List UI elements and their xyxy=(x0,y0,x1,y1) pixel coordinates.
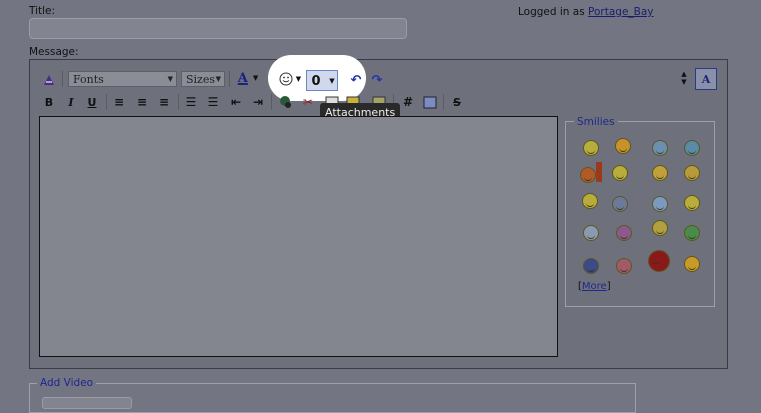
neutral-smiley-icon[interactable] xyxy=(684,195,700,211)
title-label: Title: xyxy=(29,5,56,17)
toolbar-separator xyxy=(443,94,444,110)
cool-smiley-icon[interactable] xyxy=(684,140,700,156)
chevron-down-icon: ▼ xyxy=(215,75,221,83)
remove-format-icon[interactable] xyxy=(41,72,57,88)
toolbar-separator xyxy=(106,94,107,110)
mad-smiley-icon[interactable] xyxy=(616,258,632,274)
smilies-legend: Smilies xyxy=(574,116,618,128)
link-icon[interactable] xyxy=(279,94,293,110)
angel-smiley-icon[interactable] xyxy=(582,193,598,209)
confused-blue-smiley-icon[interactable] xyxy=(652,196,668,212)
align-center-icon[interactable]: ≡ xyxy=(135,94,149,110)
confused-smiley-icon[interactable] xyxy=(615,138,631,154)
add-video-legend: Add Video xyxy=(37,377,97,389)
message-label: Message: xyxy=(29,46,79,58)
smiley-icon[interactable] xyxy=(583,140,599,156)
chevron-down-icon: ▼ xyxy=(252,74,259,82)
toolbar-separator xyxy=(62,71,63,87)
blue-face-smiley-icon[interactable] xyxy=(583,258,599,274)
quote-icon[interactable] xyxy=(423,94,437,110)
align-left-icon[interactable]: ≡ xyxy=(112,94,126,110)
paperclip-icon: 0 xyxy=(311,73,321,89)
rock-smiley-icon[interactable] xyxy=(652,220,668,236)
thumbsup-smiley-icon[interactable] xyxy=(612,196,628,212)
laughing-smiley-icon[interactable] xyxy=(684,256,700,272)
indent-icon[interactable]: ⇥ xyxy=(251,94,265,110)
purple-smiley-icon[interactable] xyxy=(616,225,632,241)
thinking-smiley-icon[interactable] xyxy=(612,165,628,181)
size-select[interactable]: Sizes ▼ xyxy=(181,71,225,87)
angry-smiley-icon[interactable] xyxy=(580,167,596,183)
devil-smiley-icon[interactable] xyxy=(648,250,670,272)
grin-smiley-icon[interactable] xyxy=(684,225,700,241)
logged-in-text: Logged in as Portage_Bay xyxy=(518,6,654,18)
unordered-list-icon[interactable]: ☰ xyxy=(206,94,220,110)
outdent-icon[interactable]: ⇤ xyxy=(229,94,243,110)
blue-smiley-icon[interactable] xyxy=(652,140,668,156)
chevron-down-icon: ▼ xyxy=(167,75,173,83)
align-right-icon[interactable]: ≡ xyxy=(157,94,171,110)
strikethrough-button[interactable]: S xyxy=(450,94,464,110)
undo-icon[interactable]: ↶ xyxy=(349,72,363,88)
size-select-value: Sizes xyxy=(186,72,216,86)
font-select-value: Fonts xyxy=(73,72,104,86)
chevron-down-icon: ▼ xyxy=(295,75,302,83)
text-color-icon: A xyxy=(237,70,248,86)
glasses-smiley-icon[interactable] xyxy=(652,165,668,181)
sad-smiley-icon[interactable] xyxy=(684,165,700,181)
resize-arrows-icon[interactable]: ▲ ▼ xyxy=(680,70,688,86)
username-link[interactable]: Portage_Bay xyxy=(588,6,653,18)
video-url-input[interactable] xyxy=(42,397,132,409)
font-select[interactable]: Fonts ▼ xyxy=(68,71,177,87)
unlink-icon[interactable]: ✂ xyxy=(301,94,315,110)
more-smilies-link[interactable]: [More] xyxy=(578,281,611,292)
code-button[interactable]: # xyxy=(401,94,415,110)
more-label: More xyxy=(581,281,607,292)
message-textarea[interactable] xyxy=(39,116,558,357)
shocked-smiley-icon[interactable] xyxy=(583,225,599,241)
italic-button[interactable]: I xyxy=(64,94,78,110)
toolbar-separator xyxy=(229,71,230,87)
smiley-icon xyxy=(279,72,293,86)
toolbar-separator xyxy=(271,94,272,110)
text-color-button[interactable]: A ▼ xyxy=(233,70,263,86)
redo-icon[interactable]: ↷ xyxy=(370,72,384,88)
title-input[interactable] xyxy=(29,18,407,39)
logged-in-prefix: Logged in as xyxy=(518,6,585,18)
ordered-list-icon[interactable]: ☰ xyxy=(184,94,198,110)
smiley-button[interactable]: ▼ xyxy=(276,71,304,87)
exclamation-icon xyxy=(596,162,602,182)
toggle-editor-mode-icon[interactable]: A xyxy=(695,68,717,90)
toolbar-separator xyxy=(178,94,179,110)
underline-button[interactable]: U xyxy=(85,94,99,110)
bold-button[interactable]: B xyxy=(42,94,56,110)
chevron-down-icon[interactable]: ▼ xyxy=(328,73,336,89)
